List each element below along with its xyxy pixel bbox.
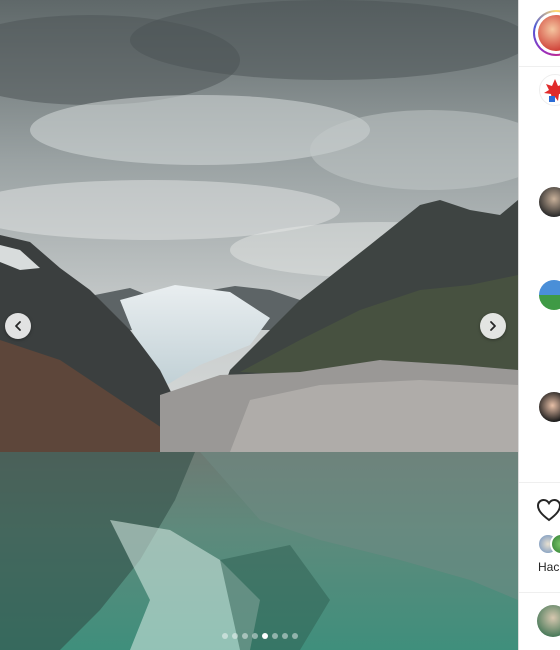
comment-divider: [519, 592, 560, 593]
header-divider: [519, 66, 560, 67]
chevron-right-icon: [490, 321, 496, 331]
carousel-dot: [252, 633, 258, 639]
carousel-dot: [282, 633, 288, 639]
current-user-avatar: [537, 605, 560, 637]
actions-divider: [519, 482, 560, 483]
carousel-dot: [242, 633, 248, 639]
commenter-avatar[interactable]: [539, 187, 560, 217]
chevron-left-icon: [15, 321, 21, 331]
landscape-image: [0, 0, 518, 650]
commenter-avatar[interactable]: [539, 74, 560, 106]
carousel-prev-button[interactable]: [5, 313, 31, 339]
maple-leaf-icon: [544, 79, 560, 102]
carousel-dot-active: [262, 633, 268, 639]
carousel-dot: [272, 633, 278, 639]
post-side-panel: Нас: [518, 0, 560, 650]
heart-icon[interactable]: [536, 498, 560, 522]
post-photo[interactable]: [0, 0, 518, 650]
carousel-indicator: [222, 633, 298, 639]
carousel-next-button[interactable]: [480, 313, 506, 339]
liked-by-text[interactable]: Нас: [538, 560, 559, 574]
commenter-avatar[interactable]: [539, 392, 560, 422]
author-avatar[interactable]: [533, 10, 560, 56]
carousel-dot: [222, 633, 228, 639]
commenter-avatar[interactable]: [539, 280, 560, 310]
carousel-dot: [292, 633, 298, 639]
carousel-dot: [232, 633, 238, 639]
